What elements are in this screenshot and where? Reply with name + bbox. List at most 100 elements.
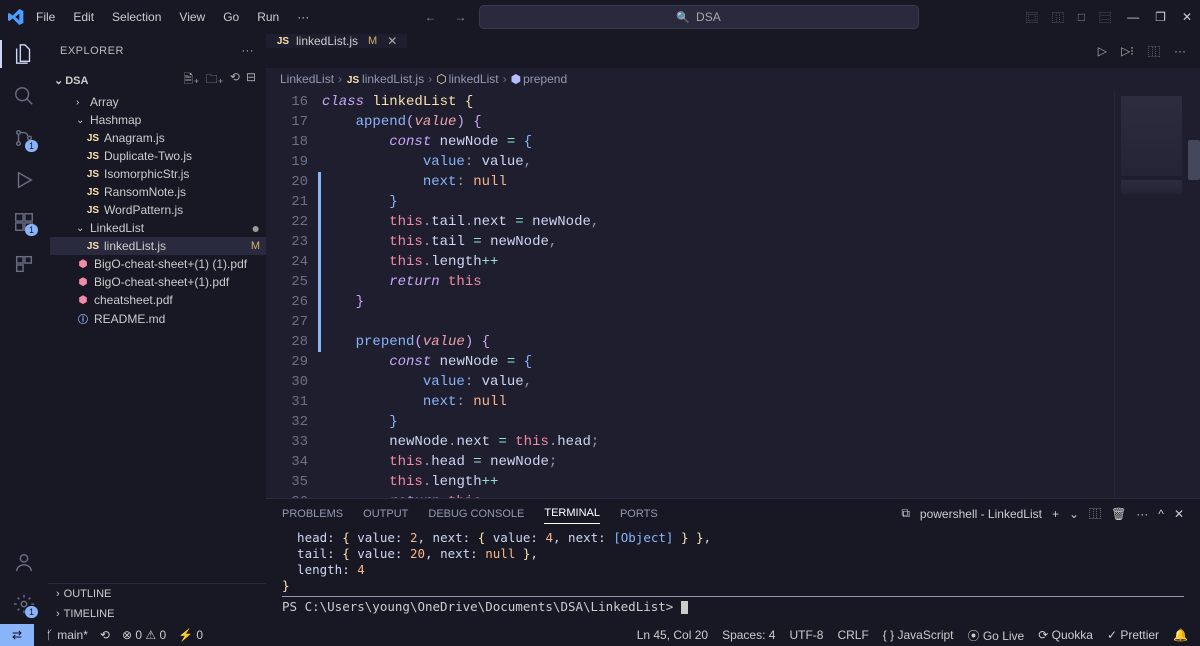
panel-tab-ports[interactable]: PORTS — [620, 504, 658, 524]
new-folder-icon[interactable]: 🗀₊ — [206, 70, 224, 91]
chevron-icon: › — [76, 97, 86, 108]
terminal-prompt[interactable]: PS C:\Users\young\OneDrive\Documents\DSA… — [282, 599, 1184, 615]
explorer-more-icon[interactable]: ··· — [242, 45, 255, 57]
cursor-position[interactable]: Ln 45, Col 20 — [637, 628, 708, 642]
panel-tab-output[interactable]: OUTPUT — [363, 504, 408, 524]
file-ransomnote-js[interactable]: JSRansomNote.js — [50, 183, 266, 201]
breadcrumb[interactable]: LinkedList›JSlinkedList.js›⬡linkedList›⬢… — [266, 68, 1200, 90]
maximize-icon[interactable]: ❐ — [1155, 10, 1166, 24]
new-file-icon[interactable]: 🗎₊ — [184, 70, 200, 91]
code-editor[interactable]: class linkedList { append(value) { const… — [322, 90, 1114, 498]
maximize-panel-icon[interactable]: ^ — [1158, 507, 1164, 521]
folder-linkedlist[interactable]: ⌄LinkedList● — [50, 219, 266, 237]
encoding[interactable]: UTF-8 — [789, 628, 823, 642]
terminal-more-icon[interactable]: ··· — [1136, 507, 1148, 521]
editor-more-icon[interactable]: ··· — [1174, 44, 1186, 58]
account-icon[interactable] — [12, 550, 36, 574]
workspace-root[interactable]: ⌄ DSA — [54, 74, 88, 87]
run-icon[interactable]: ▷ — [1098, 44, 1107, 58]
more-icon[interactable] — [12, 252, 36, 276]
tree-label: IsomorphicStr.js — [104, 167, 260, 181]
git-sync[interactable]: ⟲ — [100, 628, 110, 642]
panel-tab-terminal[interactable]: TERMINAL — [544, 503, 600, 524]
menu-moremoremore[interactable]: ··· — [289, 6, 317, 28]
eol[interactable]: CRLF — [837, 628, 868, 642]
close-panel-icon[interactable]: ✕ — [1174, 507, 1184, 521]
timeline-section[interactable]: ›TIMELINE — [48, 604, 266, 624]
file-linkedlist-js[interactable]: JSlinkedList.jsM — [50, 237, 266, 255]
breadcrumb-prepend[interactable]: ⬢prepend — [511, 72, 568, 86]
file-type-icon: ⬢ — [76, 295, 90, 306]
panel-tab-problems[interactable]: PROBLEMS — [282, 504, 343, 524]
remote-button[interactable]: ⇄ — [0, 624, 34, 646]
prettier[interactable]: ✓ Prettier — [1107, 628, 1159, 642]
go-live[interactable]: ⦿ Go Live — [968, 627, 1025, 644]
menu-edit[interactable]: Edit — [65, 6, 102, 28]
nav-back-icon[interactable]: ← — [425, 10, 437, 24]
git-branch[interactable]: ᚶ main* — [46, 628, 88, 642]
menu-view[interactable]: View — [171, 6, 213, 28]
tab-linkedlist-js[interactable]: JSlinkedList.js M✕ — [266, 34, 408, 48]
collapse-icon[interactable]: ⊟ — [246, 70, 256, 91]
nav-forward-icon[interactable]: → — [455, 10, 467, 24]
source-control-icon[interactable]: 1 — [12, 126, 36, 150]
files-icon[interactable] — [12, 42, 36, 66]
kill-terminal-icon[interactable]: 🗑 — [1111, 507, 1126, 521]
terminal-dropdown-icon[interactable]: ⌄ — [1069, 507, 1079, 521]
layout-icon-1[interactable]: ⿲ — [1052, 9, 1064, 26]
file-duplicate-two-js[interactable]: JSDuplicate-Two.js — [50, 147, 266, 165]
problems-status[interactable]: ⊗ 0 ⚠ 0 — [122, 628, 166, 642]
extensions-icon[interactable]: 1 — [12, 210, 36, 234]
badge: 1 — [25, 140, 38, 152]
main-menu: FileEditSelectionViewGoRun··· — [28, 6, 317, 28]
file-wordpattern-js[interactable]: JSWordPattern.js — [50, 201, 266, 219]
badge: 1 — [25, 224, 38, 236]
notifications-icon[interactable]: 🔔 — [1173, 628, 1188, 642]
minimap[interactable] — [1114, 90, 1200, 498]
breadcrumb-linkedlistjs[interactable]: JSlinkedList.js — [346, 72, 424, 86]
outline-section[interactable]: ›OUTLINE — [48, 584, 266, 604]
ports-status[interactable]: ⚡ 0 — [178, 628, 203, 642]
split-editor-icon[interactable]: ⿲ — [1148, 43, 1160, 60]
minimize-icon[interactable]: — — [1127, 10, 1139, 24]
layout-icon-3[interactable]: ⿳ — [1099, 9, 1111, 26]
refresh-icon[interactable]: ⟲ — [230, 70, 240, 91]
settings-gear-icon[interactable]: 1 — [12, 592, 36, 616]
close-window-icon[interactable]: ✕ — [1182, 10, 1192, 24]
terminal-name[interactable]: powershell - LinkedList — [920, 507, 1042, 521]
breadcrumb-linkedlist[interactable]: LinkedList — [280, 72, 334, 86]
split-terminal-icon[interactable]: ⿲ — [1089, 505, 1101, 522]
activity-bar: 1 1 1 — [0, 34, 48, 624]
file-isomorphicstr-js[interactable]: JSIsomorphicStr.js — [50, 165, 266, 183]
run-debug-icon[interactable] — [12, 168, 36, 192]
menu-file[interactable]: File — [28, 6, 63, 28]
menu-run[interactable]: Run — [249, 6, 287, 28]
new-terminal-icon[interactable]: + — [1052, 507, 1059, 521]
search-icon[interactable] — [12, 84, 36, 108]
language-mode[interactable]: { } JavaScript — [883, 628, 954, 642]
breadcrumb-linkedlist[interactable]: ⬡linkedList — [436, 72, 499, 86]
menu-selection[interactable]: Selection — [104, 6, 169, 28]
quokka[interactable]: ⟳ Quokka — [1038, 628, 1093, 642]
debug-run-icon[interactable]: ▷⁝ — [1121, 44, 1134, 58]
layout-icon-0[interactable]: ⿴ — [1026, 9, 1038, 26]
file-anagram-js[interactable]: JSAnagram.js — [50, 129, 266, 147]
menu-go[interactable]: Go — [215, 6, 247, 28]
terminal-shell-icon[interactable]: ⧉ — [901, 506, 910, 521]
panel-tab-debug-console[interactable]: DEBUG CONSOLE — [428, 504, 524, 524]
close-tab-icon[interactable]: ✕ — [387, 34, 397, 48]
terminal-output[interactable]: head: { value: 2, next: { value: 4, next… — [266, 528, 1200, 624]
layout-icon-2[interactable]: □ — [1078, 10, 1085, 24]
minimap-thumb[interactable] — [1188, 140, 1200, 180]
file-tree: ›Array⌄HashmapJSAnagram.jsJSDuplicate-Tw… — [48, 93, 266, 328]
indentation[interactable]: Spaces: 4 — [722, 628, 775, 642]
tree-label: LinkedList — [90, 221, 244, 235]
file-readme-md[interactable]: ⓘREADME.md — [50, 309, 266, 328]
file-bigo-cheat-sheet--1--pdf[interactable]: ⬢BigO-cheat-sheet+(1).pdf — [50, 273, 266, 291]
folder-array[interactable]: ›Array — [50, 93, 266, 111]
file-cheatsheet-pdf[interactable]: ⬢cheatsheet.pdf — [50, 291, 266, 309]
command-center-search[interactable]: 🔍 DSA — [479, 5, 919, 29]
tree-label: WordPattern.js — [104, 203, 260, 217]
folder-hashmap[interactable]: ⌄Hashmap — [50, 111, 266, 129]
file-bigo-cheat-sheet--1---1--pdf[interactable]: ⬢BigO-cheat-sheet+(1) (1).pdf — [50, 255, 266, 273]
